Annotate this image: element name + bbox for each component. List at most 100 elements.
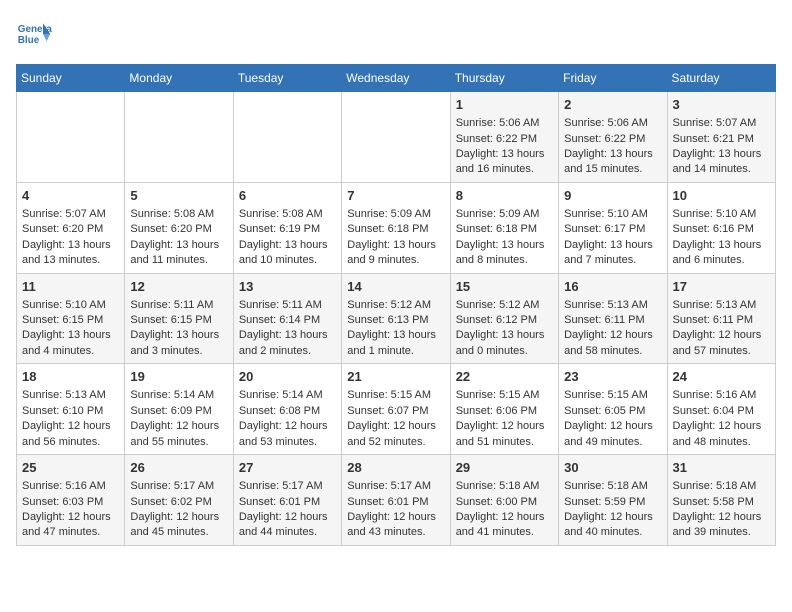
day-info: Sunrise: 5:14 AM: [239, 388, 336, 403]
day-info: and 13 minutes.: [22, 253, 119, 268]
header-wednesday: Wednesday: [342, 65, 450, 92]
day-number: 28: [347, 459, 444, 477]
day-info: and 45 minutes.: [130, 525, 227, 540]
day-number: 5: [130, 187, 227, 205]
day-number: 13: [239, 278, 336, 296]
page-header: General Blue: [16, 16, 776, 52]
day-info: Sunrise: 5:18 AM: [456, 479, 553, 494]
day-info: Sunrise: 5:13 AM: [22, 388, 119, 403]
day-number: 9: [564, 187, 661, 205]
calendar-cell: 15Sunrise: 5:12 AMSunset: 6:12 PMDayligh…: [450, 273, 558, 364]
day-info: Daylight: 13 hours: [22, 328, 119, 343]
day-info: Daylight: 12 hours: [130, 510, 227, 525]
day-info: and 6 minutes.: [673, 253, 770, 268]
day-info: Sunset: 6:15 PM: [22, 313, 119, 328]
day-info: Daylight: 13 hours: [456, 328, 553, 343]
day-info: Daylight: 13 hours: [347, 238, 444, 253]
day-number: 29: [456, 459, 553, 477]
calendar-cell: 24Sunrise: 5:16 AMSunset: 6:04 PMDayligh…: [667, 364, 775, 455]
day-info: and 16 minutes.: [456, 162, 553, 177]
day-info: Sunset: 6:01 PM: [347, 495, 444, 510]
day-number: 8: [456, 187, 553, 205]
calendar-cell: 12Sunrise: 5:11 AMSunset: 6:15 PMDayligh…: [125, 273, 233, 364]
calendar-cell: 9Sunrise: 5:10 AMSunset: 6:17 PMDaylight…: [559, 182, 667, 273]
day-info: Sunset: 6:19 PM: [239, 222, 336, 237]
logo: General Blue: [16, 16, 56, 52]
day-info: Daylight: 12 hours: [22, 419, 119, 434]
calendar-cell: [233, 92, 341, 183]
day-info: and 56 minutes.: [22, 435, 119, 450]
day-info: and 53 minutes.: [239, 435, 336, 450]
day-info: Sunset: 6:21 PM: [673, 132, 770, 147]
day-info: and 58 minutes.: [564, 344, 661, 359]
day-number: 14: [347, 278, 444, 296]
day-info: Sunrise: 5:15 AM: [456, 388, 553, 403]
day-number: 30: [564, 459, 661, 477]
day-info: Sunset: 6:22 PM: [456, 132, 553, 147]
day-info: Sunrise: 5:12 AM: [456, 298, 553, 313]
header-tuesday: Tuesday: [233, 65, 341, 92]
calendar-cell: [125, 92, 233, 183]
week-row-3: 11Sunrise: 5:10 AMSunset: 6:15 PMDayligh…: [17, 273, 776, 364]
calendar-table: SundayMondayTuesdayWednesdayThursdayFrid…: [16, 64, 776, 546]
day-info: Daylight: 13 hours: [130, 328, 227, 343]
day-info: and 48 minutes.: [673, 435, 770, 450]
day-info: and 55 minutes.: [130, 435, 227, 450]
day-info: and 10 minutes.: [239, 253, 336, 268]
day-info: Sunset: 6:15 PM: [130, 313, 227, 328]
day-info: Sunrise: 5:07 AM: [22, 207, 119, 222]
day-info: Sunset: 6:17 PM: [564, 222, 661, 237]
day-number: 2: [564, 96, 661, 114]
day-info: Daylight: 12 hours: [673, 510, 770, 525]
day-info: Sunset: 6:16 PM: [673, 222, 770, 237]
calendar-cell: 30Sunrise: 5:18 AMSunset: 5:59 PMDayligh…: [559, 455, 667, 546]
calendar-cell: [17, 92, 125, 183]
day-info: Sunset: 6:04 PM: [673, 404, 770, 419]
day-info: Sunset: 6:01 PM: [239, 495, 336, 510]
day-info: Sunrise: 5:18 AM: [673, 479, 770, 494]
day-info: Sunset: 6:09 PM: [130, 404, 227, 419]
header-monday: Monday: [125, 65, 233, 92]
day-info: and 43 minutes.: [347, 525, 444, 540]
header-sunday: Sunday: [17, 65, 125, 92]
day-info: Daylight: 12 hours: [456, 510, 553, 525]
day-info: Sunrise: 5:11 AM: [239, 298, 336, 313]
day-info: Sunset: 6:14 PM: [239, 313, 336, 328]
week-row-5: 25Sunrise: 5:16 AMSunset: 6:03 PMDayligh…: [17, 455, 776, 546]
day-number: 7: [347, 187, 444, 205]
calendar-cell: 2Sunrise: 5:06 AMSunset: 6:22 PMDaylight…: [559, 92, 667, 183]
calendar-cell: 20Sunrise: 5:14 AMSunset: 6:08 PMDayligh…: [233, 364, 341, 455]
day-info: Daylight: 12 hours: [239, 510, 336, 525]
day-info: Daylight: 13 hours: [564, 147, 661, 162]
day-info: Daylight: 12 hours: [564, 328, 661, 343]
day-number: 26: [130, 459, 227, 477]
day-info: Sunset: 6:20 PM: [130, 222, 227, 237]
day-info: and 0 minutes.: [456, 344, 553, 359]
day-info: Sunset: 6:02 PM: [130, 495, 227, 510]
svg-text:Blue: Blue: [18, 35, 40, 46]
day-number: 4: [22, 187, 119, 205]
day-info: Sunset: 6:00 PM: [456, 495, 553, 510]
calendar-cell: [342, 92, 450, 183]
day-number: 25: [22, 459, 119, 477]
day-info: Sunrise: 5:11 AM: [130, 298, 227, 313]
day-info: Sunset: 6:13 PM: [347, 313, 444, 328]
day-info: Sunrise: 5:15 AM: [347, 388, 444, 403]
calendar-cell: 10Sunrise: 5:10 AMSunset: 6:16 PMDayligh…: [667, 182, 775, 273]
day-info: Sunrise: 5:17 AM: [347, 479, 444, 494]
day-info: Sunrise: 5:16 AM: [22, 479, 119, 494]
day-info: and 57 minutes.: [673, 344, 770, 359]
day-info: Daylight: 13 hours: [673, 147, 770, 162]
day-number: 19: [130, 368, 227, 386]
calendar-cell: 17Sunrise: 5:13 AMSunset: 6:11 PMDayligh…: [667, 273, 775, 364]
day-number: 20: [239, 368, 336, 386]
calendar-cell: 11Sunrise: 5:10 AMSunset: 6:15 PMDayligh…: [17, 273, 125, 364]
day-number: 3: [673, 96, 770, 114]
day-info: Daylight: 12 hours: [347, 510, 444, 525]
calendar-cell: 16Sunrise: 5:13 AMSunset: 6:11 PMDayligh…: [559, 273, 667, 364]
day-info: Daylight: 13 hours: [347, 328, 444, 343]
day-number: 23: [564, 368, 661, 386]
day-info: Sunrise: 5:17 AM: [239, 479, 336, 494]
day-number: 22: [456, 368, 553, 386]
day-info: Sunrise: 5:15 AM: [564, 388, 661, 403]
